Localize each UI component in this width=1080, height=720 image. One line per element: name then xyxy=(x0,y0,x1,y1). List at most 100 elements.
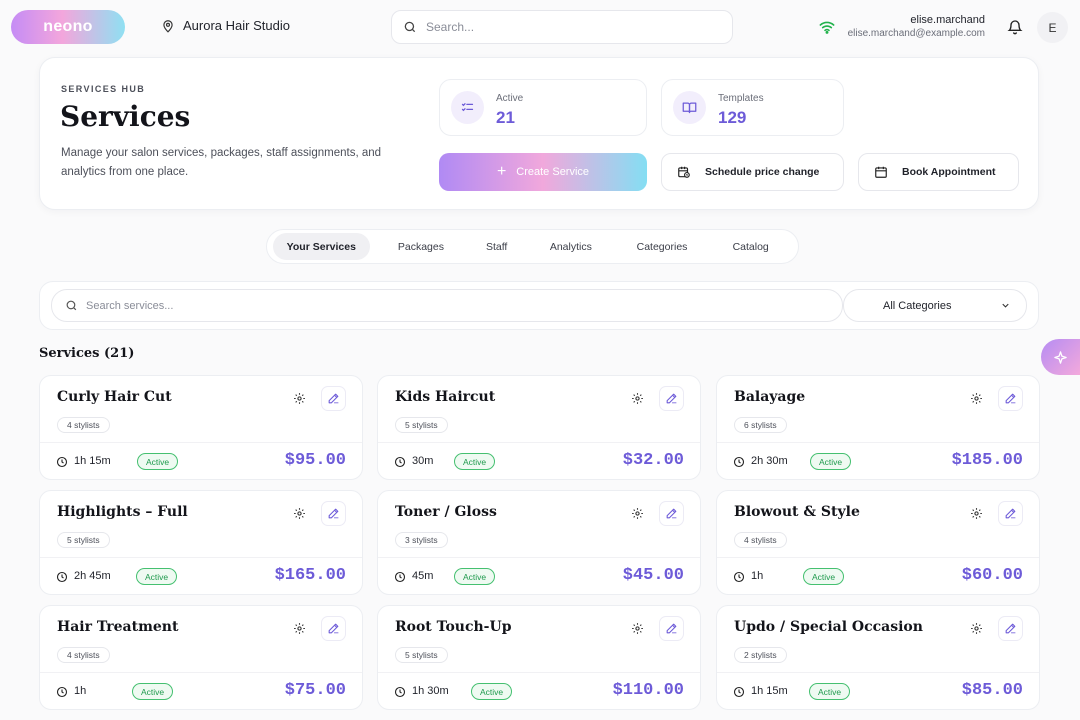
service-search[interactable] xyxy=(51,289,843,322)
service-name: Toner / Gloss xyxy=(395,504,497,520)
edit-icon[interactable] xyxy=(659,616,684,641)
user-info[interactable]: elise.marchand elise.marchand@example.co… xyxy=(848,14,985,39)
service-card[interactable]: Toner / Gloss 3 stylists 45m Active $45.00 xyxy=(377,490,701,595)
create-service-button[interactable]: + Create Service xyxy=(439,153,647,191)
status-badge: Active xyxy=(137,453,179,470)
plus-icon: + xyxy=(496,163,507,180)
service-duration: 30m xyxy=(412,455,434,467)
tab-analytics[interactable]: Analytics xyxy=(521,233,621,260)
category-select[interactable]: All Categories xyxy=(843,289,1027,322)
service-card[interactable]: Balayage 6 stylists 2h 30m Active $185.00 xyxy=(716,375,1040,480)
tab-catalog[interactable]: Catalog xyxy=(703,233,798,260)
stylists-chip: 5 stylists xyxy=(395,417,448,433)
chevron-down-icon xyxy=(1002,303,1009,308)
service-card[interactable]: Blowout & Style 4 stylists 1h Active $60.00 xyxy=(716,490,1040,595)
filter-bar: All Categories xyxy=(39,281,1039,330)
gear-icon[interactable] xyxy=(625,386,650,411)
service-price: $75.00 xyxy=(284,681,346,700)
service-card[interactable]: Hair Treatment 4 stylists 1h Active $75.00 xyxy=(39,605,363,710)
edit-icon[interactable] xyxy=(659,501,684,526)
service-price: $95.00 xyxy=(284,451,346,470)
gear-icon[interactable] xyxy=(287,386,312,411)
service-duration: 1h 15m xyxy=(74,455,111,467)
stat-value: 129 xyxy=(718,108,747,127)
status-badge: Active xyxy=(132,683,174,700)
tab-packages[interactable]: Packages xyxy=(370,233,473,260)
gear-icon[interactable] xyxy=(287,616,312,641)
card-divider xyxy=(40,442,362,443)
clock-icon xyxy=(394,686,406,698)
edit-icon[interactable] xyxy=(998,386,1023,411)
ai-assistant-button[interactable] xyxy=(1041,339,1080,375)
top-bar: neono Aurora Hair Studio elise.marchand … xyxy=(0,0,1080,56)
global-search-input[interactable] xyxy=(426,20,706,34)
service-duration: 1h xyxy=(74,685,87,697)
clock-icon xyxy=(394,571,406,583)
hero-eyebrow: SERVICES HUB xyxy=(61,84,146,94)
tab-your-services[interactable]: Your Services xyxy=(273,233,370,260)
stat-label: Active xyxy=(496,93,524,104)
book-appointment-button[interactable]: Book Appointment xyxy=(858,153,1019,191)
clock-icon xyxy=(733,456,745,468)
edit-icon[interactable] xyxy=(998,616,1023,641)
service-duration: 45m xyxy=(412,570,434,582)
gear-icon[interactable] xyxy=(625,501,650,526)
clock-icon xyxy=(733,571,745,583)
user-name: elise.marchand xyxy=(910,14,985,26)
stylists-chip: 4 stylists xyxy=(57,647,110,663)
stat-label: Templates xyxy=(718,93,764,104)
search-icon xyxy=(404,21,416,33)
category-select-value: All Categories xyxy=(883,299,952,312)
service-card[interactable]: Updo / Special Occasion 2 stylists 1h 15m A… xyxy=(716,605,1040,710)
tab-categories[interactable]: Categories xyxy=(621,233,704,260)
studio-name: Aurora Hair Studio xyxy=(183,18,290,33)
gear-icon[interactable] xyxy=(964,616,989,641)
edit-icon[interactable] xyxy=(659,386,684,411)
schedule-price-change-label: Schedule price change xyxy=(705,166,820,178)
schedule-price-change-button[interactable]: Schedule price change xyxy=(661,153,844,191)
status-badge: Active xyxy=(471,683,513,700)
tab-staff[interactable]: Staff xyxy=(472,233,521,260)
service-card[interactable]: Root Touch-Up 5 stylists 1h 30m Active $110.… xyxy=(377,605,701,710)
book-icon xyxy=(673,91,706,124)
card-divider xyxy=(378,557,700,558)
service-card[interactable]: Curly Hair Cut 4 stylists 1h 15m Active $95.… xyxy=(39,375,363,480)
clock-icon xyxy=(394,456,406,468)
page-title: Services xyxy=(60,100,191,133)
avatar[interactable]: E xyxy=(1037,12,1068,43)
edit-icon[interactable] xyxy=(321,386,346,411)
user-email: elise.marchand@example.com xyxy=(847,28,985,39)
card-divider xyxy=(717,672,1039,673)
stylists-chip: 6 stylists xyxy=(734,417,787,433)
service-name: Blowout & Style xyxy=(734,504,860,520)
service-card[interactable]: Highlights – Full 5 stylists 2h 45m Active $… xyxy=(39,490,363,595)
gear-icon[interactable] xyxy=(287,501,312,526)
studio-selector[interactable]: Aurora Hair Studio xyxy=(161,18,290,33)
service-card[interactable]: Kids Haircut 5 stylists 30m Active $32.00 xyxy=(377,375,701,480)
stylists-chip: 4 stylists xyxy=(734,532,787,548)
service-price: $45.00 xyxy=(622,566,684,585)
service-name: Updo / Special Occasion xyxy=(734,619,923,635)
service-price: $32.00 xyxy=(622,451,684,470)
service-search-input[interactable] xyxy=(86,299,786,312)
service-name: Hair Treatment xyxy=(57,619,179,635)
service-duration: 1h xyxy=(751,570,764,582)
gear-icon[interactable] xyxy=(964,501,989,526)
edit-icon[interactable] xyxy=(321,501,346,526)
gear-icon[interactable] xyxy=(625,616,650,641)
edit-icon[interactable] xyxy=(321,616,346,641)
status-badge: Active xyxy=(809,683,851,700)
service-name: Curly Hair Cut xyxy=(57,389,172,405)
edit-icon[interactable] xyxy=(998,501,1023,526)
service-duration: 1h 30m xyxy=(412,685,449,697)
service-duration: 1h 15m xyxy=(751,685,788,697)
card-divider xyxy=(378,442,700,443)
clock-icon xyxy=(56,571,68,583)
card-divider xyxy=(378,672,700,673)
global-search[interactable] xyxy=(391,10,733,44)
gear-icon[interactable] xyxy=(964,386,989,411)
bell-icon[interactable] xyxy=(1007,19,1023,35)
service-price: $165.00 xyxy=(274,566,346,585)
app-logo[interactable]: neono xyxy=(11,10,125,44)
stylists-chip: 3 stylists xyxy=(395,532,448,548)
